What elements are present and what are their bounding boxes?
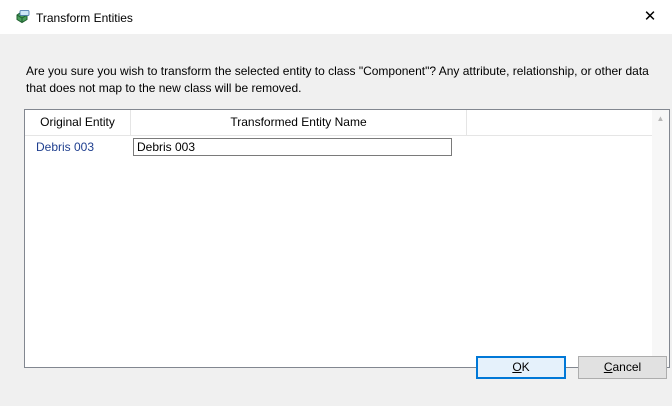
ok-mnemonic: O <box>512 360 522 374</box>
vertical-scrollbar[interactable]: ▲ ▼ <box>652 110 669 367</box>
column-header-filler <box>467 110 653 135</box>
cancel-button[interactable]: Cancel <box>578 356 667 379</box>
table-row[interactable]: Debris 003 <box>25 136 653 158</box>
transform-entities-icon <box>14 10 30 24</box>
column-header-transformed-entity-name[interactable]: Transformed Entity Name <box>131 110 467 135</box>
ok-label-rest: K <box>521 360 530 374</box>
column-header-original-entity[interactable]: Original Entity <box>25 110 131 135</box>
window-title: Transform Entities <box>36 11 133 25</box>
title-bar: Transform Entities ✕ <box>0 0 672 34</box>
ok-button[interactable]: OK <box>476 356 566 379</box>
close-button[interactable]: ✕ <box>628 0 672 34</box>
cancel-label-rest: ancel <box>612 360 642 374</box>
transformed-name-input[interactable] <box>133 138 452 156</box>
original-entity-cell[interactable]: Debris 003 <box>36 140 94 154</box>
list-header: Original Entity Transformed Entity Name <box>25 110 653 136</box>
scroll-up-arrow-icon[interactable]: ▲ <box>652 110 669 127</box>
close-icon: ✕ <box>643 8 657 25</box>
entity-list[interactable]: Original Entity Transformed Entity Name … <box>24 109 670 368</box>
confirmation-message: Are you sure you wish to transform the s… <box>26 64 649 95</box>
